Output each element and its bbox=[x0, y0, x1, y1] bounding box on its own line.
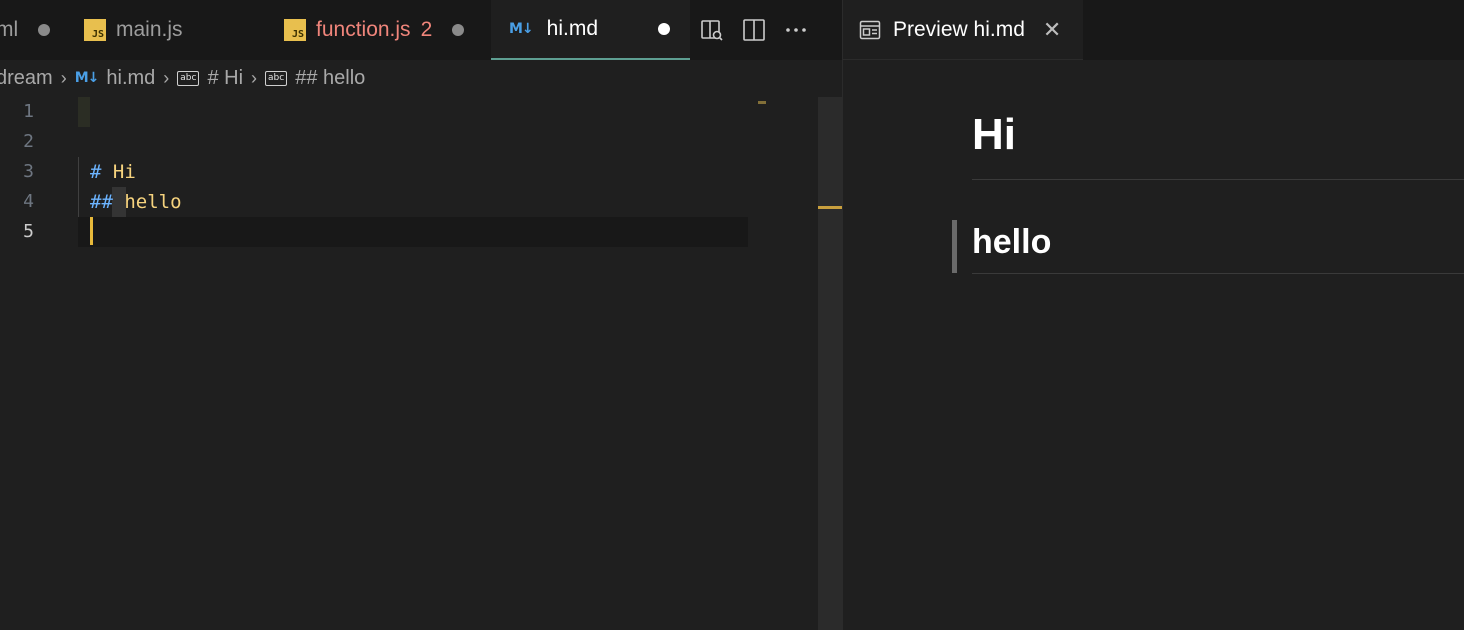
vertical-scrollbar[interactable] bbox=[818, 97, 842, 630]
tab-html-file[interactable]: ml bbox=[0, 0, 64, 60]
heading-marker: # bbox=[90, 161, 102, 183]
tab-label: hi.md bbox=[546, 17, 599, 40]
preview-tab-label: Preview hi.md bbox=[893, 17, 1025, 41]
string-symbol-icon: abc bbox=[265, 70, 288, 86]
line-number: 1 bbox=[23, 101, 34, 122]
line-number: 4 bbox=[23, 191, 34, 212]
breadcrumb-symbol-hello[interactable]: abc ## hello bbox=[265, 67, 365, 90]
editor-actions bbox=[700, 0, 808, 60]
preview-heading-1: Hi bbox=[972, 110, 1016, 159]
indent-guide bbox=[78, 157, 79, 217]
code-editor[interactable]: 1 2 3 4 5 # Hi ## hello bbox=[0, 97, 818, 630]
split-editor-icon[interactable] bbox=[742, 18, 766, 42]
code-line: ## hello bbox=[90, 187, 182, 217]
chevron-right-icon: › bbox=[251, 67, 258, 88]
breadcrumb: dream › M↓ hi.md › abc # Hi › abc ## hel… bbox=[0, 62, 842, 94]
breadcrumb-folder-label: dream bbox=[0, 66, 53, 89]
unsaved-dot-icon[interactable] bbox=[38, 24, 51, 36]
preview-heading-2: hello bbox=[972, 223, 1052, 261]
tab-label: ml bbox=[0, 18, 19, 41]
tab-label: function.js bbox=[316, 18, 411, 41]
heading-text: Hi bbox=[101, 161, 136, 183]
chevron-right-icon: › bbox=[163, 67, 170, 88]
line-number: 2 bbox=[23, 131, 34, 152]
problem-count-badge: 2 bbox=[420, 18, 433, 41]
scrollbar-cursor-marker bbox=[818, 206, 842, 209]
js-icon: JS bbox=[284, 19, 306, 41]
tab-main-js[interactable]: JS main.js bbox=[64, 0, 274, 60]
heading-text: hello bbox=[112, 191, 182, 213]
minimap[interactable] bbox=[758, 101, 766, 104]
breadcrumb-symbol-hi[interactable]: abc # Hi bbox=[177, 67, 243, 90]
chevron-right-icon: › bbox=[60, 67, 67, 88]
preview-icon bbox=[859, 20, 881, 39]
editor-tab-bar: ml JS main.js JS function.js 2 M↓ hi.md bbox=[0, 0, 842, 60]
text-cursor bbox=[90, 217, 93, 245]
breadcrumb-symbol-label: # Hi bbox=[207, 66, 244, 89]
current-line-highlight bbox=[78, 217, 748, 247]
code-line: # Hi bbox=[90, 157, 136, 187]
breadcrumb-symbol-label: ## hello bbox=[295, 66, 366, 89]
breadcrumb-folder[interactable]: dream bbox=[0, 67, 53, 90]
editor-group: ml JS main.js JS function.js 2 M↓ hi.md bbox=[0, 0, 842, 630]
unsaved-dot-icon[interactable] bbox=[452, 24, 465, 36]
markdown-icon: M↓ bbox=[509, 21, 534, 37]
selected-block-indicator bbox=[952, 220, 957, 273]
markdown-preview: Hi hello bbox=[843, 60, 1464, 630]
heading-marker: ## bbox=[90, 191, 113, 213]
line-number-active: 5 bbox=[23, 221, 34, 242]
unsaved-dot-icon[interactable] bbox=[658, 23, 671, 35]
markdown-icon: M↓ bbox=[74, 70, 100, 86]
tab-hi-md[interactable]: M↓ hi.md bbox=[491, 0, 690, 60]
heading-divider bbox=[972, 273, 1464, 274]
tab-label: main.js bbox=[116, 18, 183, 41]
breadcrumb-file[interactable]: M↓ hi.md bbox=[75, 67, 156, 90]
empty-line-highlight bbox=[78, 97, 90, 127]
tab-preview-hi-md[interactable]: Preview hi.md ✕ bbox=[843, 0, 1083, 60]
tab-function-js[interactable]: JS function.js 2 bbox=[274, 0, 490, 60]
js-icon: JS bbox=[84, 19, 106, 41]
breadcrumb-file-label: hi.md bbox=[106, 66, 156, 89]
more-actions-icon[interactable] bbox=[784, 18, 808, 42]
open-preview-icon[interactable] bbox=[700, 18, 724, 42]
preview-group: Preview hi.md ✕ Hi hello bbox=[842, 0, 1464, 630]
close-icon[interactable]: ✕ bbox=[1043, 17, 1061, 43]
heading-divider bbox=[972, 179, 1464, 180]
preview-tab-bar: Preview hi.md ✕ bbox=[843, 0, 1464, 60]
string-symbol-icon: abc bbox=[177, 70, 200, 86]
line-number: 3 bbox=[23, 161, 34, 182]
